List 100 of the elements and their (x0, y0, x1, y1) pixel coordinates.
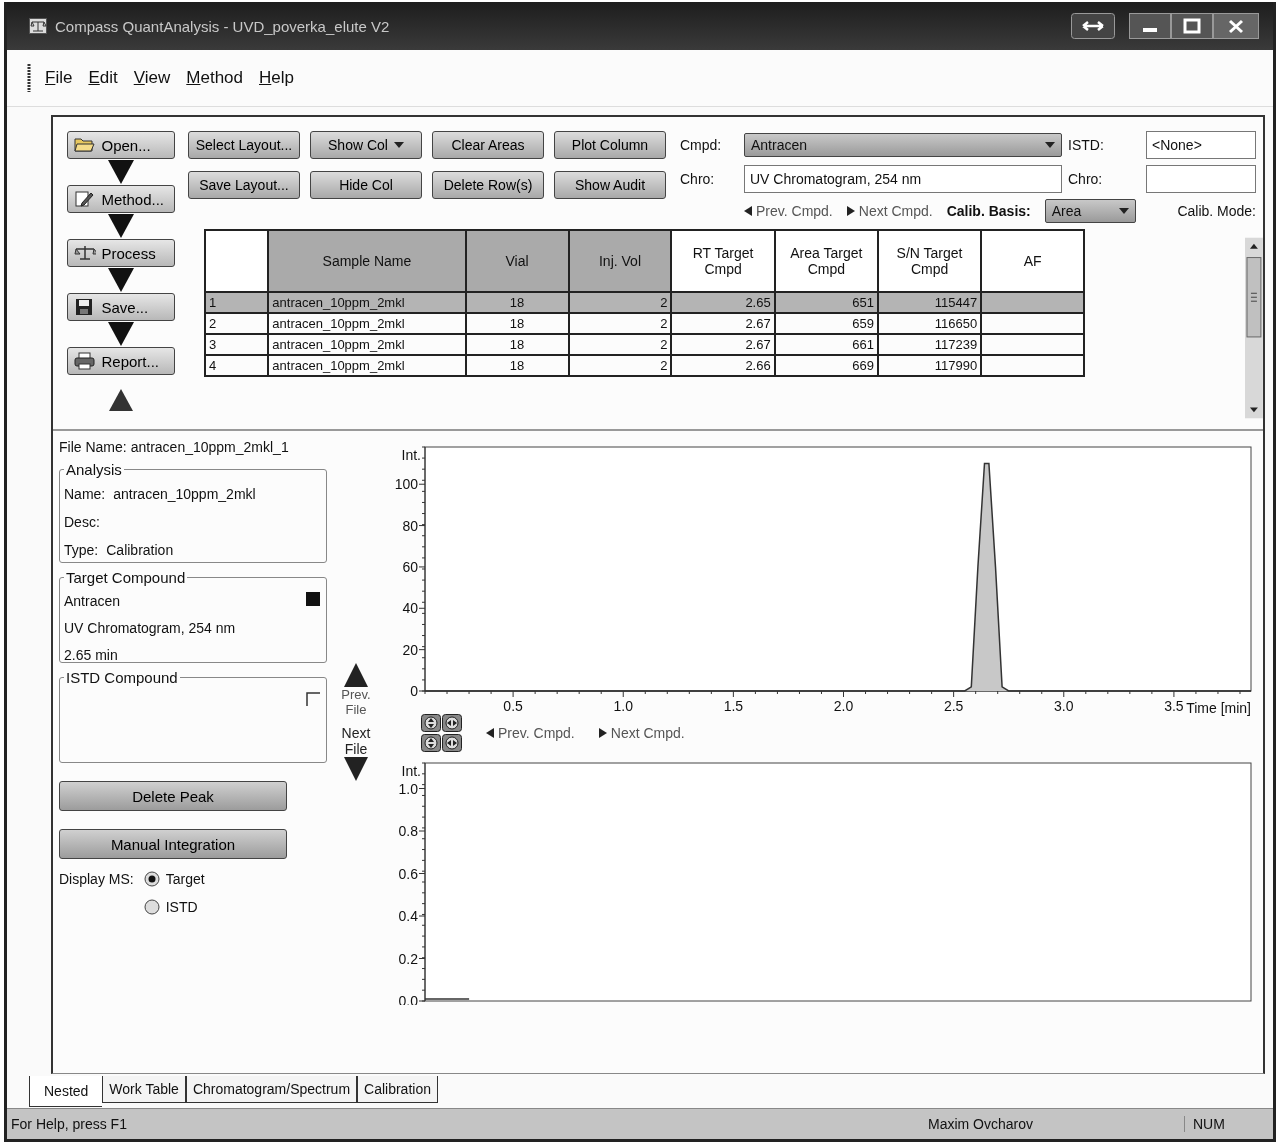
down-arrow-icon (107, 214, 134, 238)
dropdown-caret-icon (1119, 208, 1129, 214)
column-header[interactable]: RT Target Cmpd (671, 230, 775, 292)
scale-icon (73, 243, 96, 263)
axis-tick-label: 1.0 (613, 698, 633, 714)
navigation-link[interactable]: Prev. Cmpd. (744, 203, 833, 219)
axis-tick-label: 2.0 (833, 698, 854, 714)
up-arrow-icon (344, 663, 368, 687)
app-icon (29, 18, 47, 34)
table-row[interactable]: 2 antracen_10ppm_2mkl 18 2 2.67 659 116650 (205, 313, 1085, 334)
menu-item[interactable]: View (131, 66, 173, 90)
tab[interactable]: Calibration (357, 1076, 438, 1103)
table-cell: 2.67 (671, 334, 775, 355)
axis-tick-label: 3.0 (1054, 698, 1074, 714)
axis-tick-label: 0.2 (398, 950, 418, 967)
compound-info: UV Chromatogram, 254 nm (64, 619, 237, 638)
row-number: 1 (205, 292, 269, 313)
toolbar-button[interactable]: Select Layout... (188, 131, 300, 159)
down-arrow-icon (344, 757, 368, 781)
workflow-button[interactable]: Process (66, 239, 175, 267)
menu-item[interactable]: Help (257, 66, 296, 90)
radio-option[interactable]: Target (143, 871, 205, 887)
vertical-zoom-icon (421, 714, 441, 732)
status-text: NUM (1184, 1116, 1273, 1132)
down-arrow-icon (107, 160, 134, 184)
tab[interactable]: Nested (29, 1076, 103, 1107)
toolbar-button[interactable]: Plot Column (554, 131, 666, 159)
dropdown[interactable]: Antracen (744, 133, 1062, 157)
column-header[interactable]: Area Target Cmpd (774, 230, 878, 292)
dropdown-caret-icon (1045, 142, 1055, 148)
left-arrow-icon (744, 206, 752, 216)
field-label: Calib. Basis: (946, 203, 1031, 219)
field-label: Chro: (680, 171, 716, 187)
field-label: Chro: (1068, 171, 1104, 187)
dropdown[interactable]: Area (1044, 199, 1136, 223)
field-label: ISTD: (1068, 137, 1105, 153)
column-header[interactable]: S/N Target Cmpd (877, 230, 982, 292)
table-cell: 2 (568, 313, 672, 334)
pencil-icon (73, 189, 96, 209)
menu-item[interactable]: Edit (86, 66, 120, 90)
horizontal-zoom-icon (442, 734, 462, 752)
field-value: Calibration (106, 542, 174, 558)
action-button[interactable]: Manual Integration (59, 829, 287, 859)
table-cell: 18 (465, 355, 569, 376)
table-cell: 659 (774, 313, 878, 334)
toolbar-button[interactable]: Hide Col (310, 171, 422, 199)
right-arrow-icon (846, 206, 855, 216)
table-cell: 2.66 (671, 355, 775, 376)
table-row[interactable]: 4 antracen_10ppm_2mkl 18 2 2.66 669 117990 (205, 355, 1085, 376)
text-field[interactable]: <None> (1146, 131, 1256, 159)
tab[interactable]: Chromatogram/Spectrum (185, 1076, 358, 1103)
toolbar-button[interactable]: Save Layout... (188, 171, 300, 199)
file-navigation-button[interactable]: Next File (336, 725, 376, 781)
menu-item[interactable]: Method (184, 66, 245, 90)
action-button[interactable]: Delete Peak (59, 781, 287, 811)
table-cell: antracen_10ppm_2mkl (268, 334, 466, 355)
column-header[interactable]: Vial (465, 230, 569, 292)
axis-tick-label: 2.5 (943, 698, 964, 714)
down-arrow-icon (107, 268, 134, 292)
table-cell: antracen_10ppm_2mkl (268, 313, 466, 334)
workflow-button[interactable]: Open... (66, 131, 175, 159)
dropdown-caret-icon (393, 142, 404, 148)
menu-item[interactable]: File (43, 66, 75, 90)
status-text: Maxim Ovcharov (928, 1116, 1035, 1132)
axis-title: Int. (401, 763, 421, 779)
toolbar-button[interactable]: Clear Areas (432, 131, 544, 159)
radio-option[interactable]: ISTD (143, 899, 205, 915)
table-cell: 117239 (877, 334, 982, 355)
table-cell: 2 (568, 355, 672, 376)
text-field[interactable] (1146, 165, 1256, 193)
tab[interactable]: Work Table (102, 1076, 186, 1103)
table-row[interactable]: 3 antracen_10ppm_2mkl 18 2 2.67 661 117239 (205, 334, 1085, 355)
table-cell: 669 (774, 355, 878, 376)
navigation-link[interactable]: Next Cmpd. (846, 203, 933, 219)
table-cell: 18 (465, 334, 569, 355)
toolbar-button[interactable]: Delete Row(s) (432, 171, 544, 199)
text-field[interactable]: UV Chromatogram, 254 nm (744, 165, 1062, 193)
axis-title: Time [min] (1186, 700, 1251, 716)
field-value: antracen_10ppm_2mkl (113, 486, 256, 502)
column-header[interactable]: AF (981, 230, 1085, 292)
table-row[interactable]: 1 antracen_10ppm_2mkl 18 2 2.65 651 115447 (205, 292, 1085, 313)
workflow-button[interactable]: Save... (66, 293, 175, 321)
toolbar-button[interactable]: Show Col (310, 131, 422, 159)
axis-tick-label: 3.5 (1164, 698, 1184, 714)
folder-icon (73, 135, 96, 155)
workflow-button[interactable]: Report... (66, 347, 175, 375)
table-cell: 2.67 (671, 313, 775, 334)
table-cell: 117990 (877, 355, 982, 376)
axis-tick-label: 40 (402, 600, 418, 617)
printer-icon (73, 351, 96, 371)
navigation-link[interactable]: Prev. Cmpd. (486, 725, 575, 741)
column-header[interactable]: Sample Name (268, 230, 466, 292)
axis-tick-label: 0.8 (398, 823, 418, 839)
navigation-link[interactable]: Next Cmpd. (598, 725, 685, 741)
workflow-button[interactable]: Method... (66, 185, 175, 213)
table-cell: 116650 (877, 313, 982, 334)
toolbar-button[interactable]: Show Audit (554, 171, 666, 199)
axis-tick-label: 0.5 (503, 698, 523, 714)
file-name: antracen_10ppm_2mkl_1 (130, 439, 289, 455)
column-header[interactable]: Inj. Vol (568, 230, 672, 292)
